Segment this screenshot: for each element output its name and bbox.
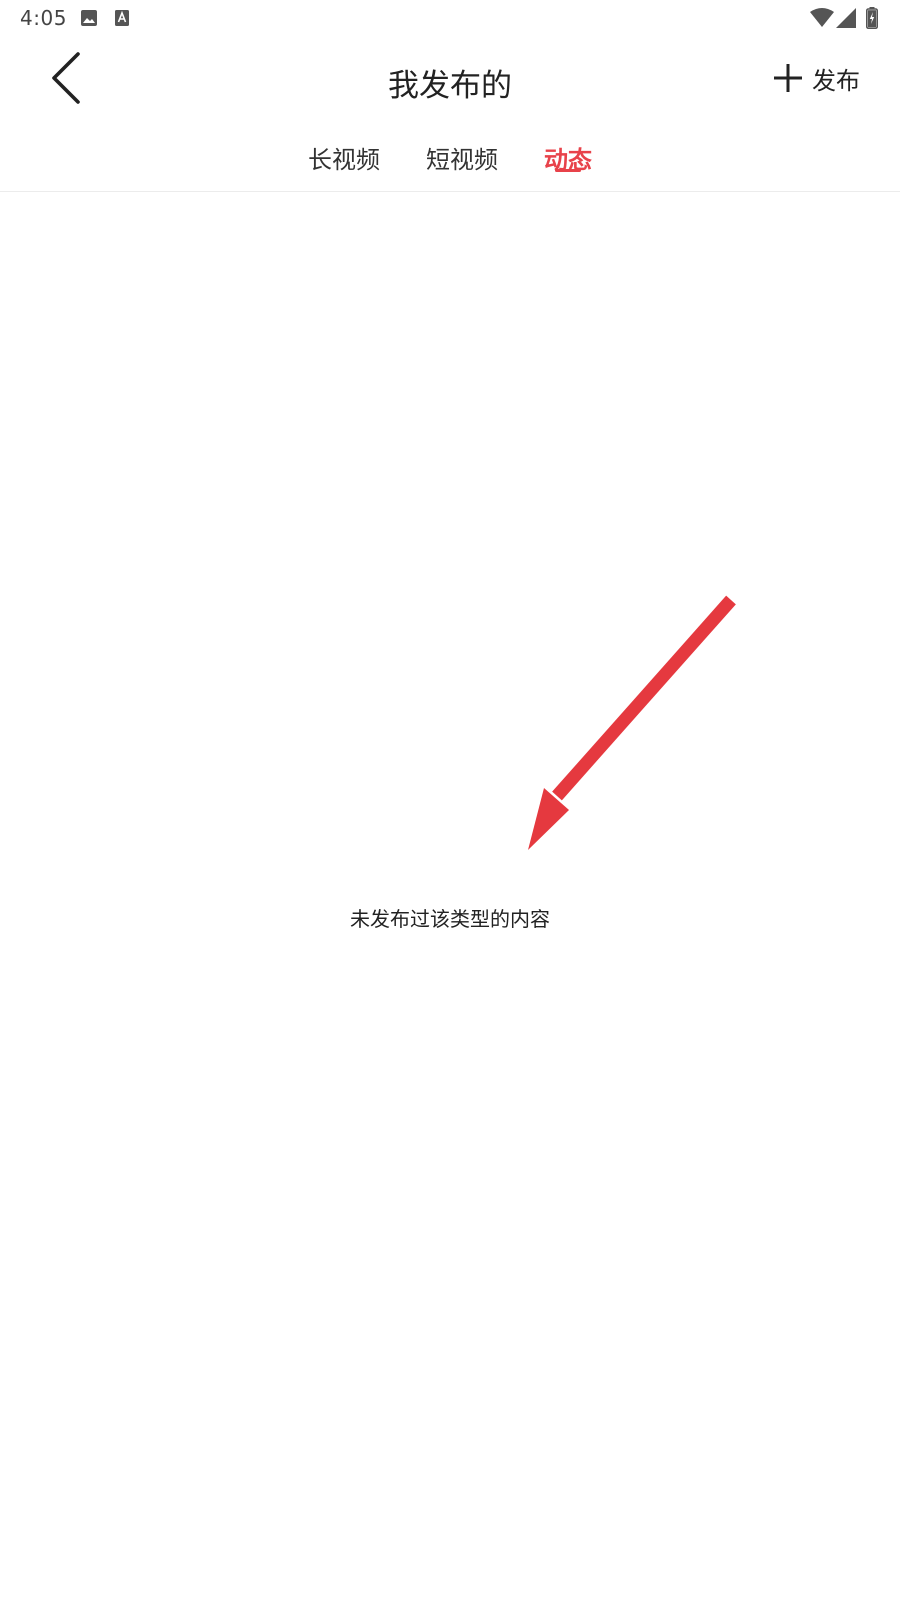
tab-moments[interactable]: 动态	[544, 124, 592, 192]
plus-icon	[774, 64, 802, 92]
wifi-icon	[810, 8, 834, 32]
nav-bar: 我发布的 发布	[0, 36, 900, 124]
battery-charging-icon	[866, 7, 878, 33]
empty-state-message: 未发布过该类型的内容	[350, 907, 550, 931]
tab-short-video[interactable]: 短视频	[426, 124, 498, 192]
page-title: 我发布的	[388, 68, 512, 104]
divider	[0, 191, 900, 192]
annotation-arrow-icon	[528, 595, 736, 850]
tab-active-indicator	[555, 169, 581, 172]
status-time: 4:05	[20, 6, 67, 30]
publish-label: 发布	[812, 66, 860, 95]
chevron-left-icon	[52, 52, 80, 104]
back-button[interactable]	[40, 50, 96, 106]
publish-button[interactable]: 发布	[772, 58, 860, 98]
status-bar: 4:05	[0, 0, 900, 36]
image-icon	[80, 9, 98, 31]
signal-icon	[836, 8, 856, 32]
tab-long-video[interactable]: 长视频	[308, 124, 380, 192]
a-letter-icon	[114, 9, 130, 31]
tab-bar: 长视频 短视频 动态	[0, 124, 900, 192]
